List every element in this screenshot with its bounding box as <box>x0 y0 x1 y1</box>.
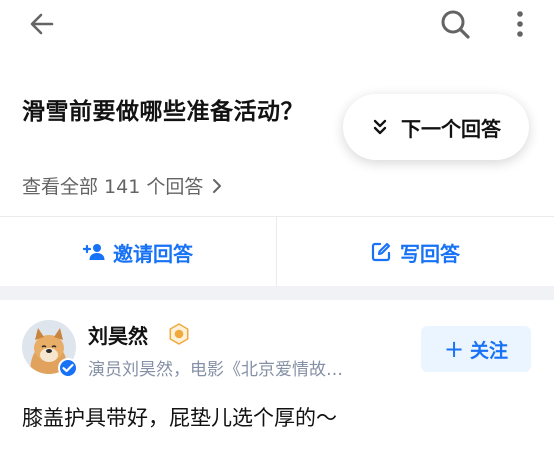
double-chevron-down-icon <box>373 119 387 135</box>
add-person-icon <box>83 244 105 260</box>
back-arrow-icon[interactable] <box>26 8 58 40</box>
question-actions: 邀请回答 写回答 <box>0 216 554 287</box>
author-name[interactable]: 刘昊然 <box>88 320 148 349</box>
verified-check-icon <box>58 358 78 378</box>
creator-level-badge-icon <box>169 323 189 345</box>
follow-label: 关注 <box>470 339 509 362</box>
invite-answer-label: 邀请回答 <box>113 241 193 266</box>
plus-icon: + <box>443 335 465 363</box>
author-bio: 演员刘昊然，电影《北京爱情故… <box>88 360 343 380</box>
view-all-label: 查看全部 141 个回答 <box>22 176 204 198</box>
next-answer-label: 下一个回答 <box>401 116 501 141</box>
chevron-right-icon <box>213 178 222 193</box>
write-answer-button[interactable]: 写回答 <box>277 217 553 287</box>
more-vertical-icon[interactable] <box>508 8 532 40</box>
edit-icon <box>371 242 391 262</box>
top-bar <box>0 0 554 48</box>
search-icon[interactable] <box>438 7 472 41</box>
invite-answer-button[interactable]: 邀请回答 <box>0 217 276 287</box>
answer-excerpt[interactable]: 膝盖护具带好，屁垫儿选个厚的～ <box>22 402 337 432</box>
write-answer-label: 写回答 <box>400 241 460 266</box>
view-all-answers-link[interactable]: 查看全部 141 个回答 <box>22 172 223 199</box>
question-title[interactable]: 滑雪前要做哪些准备活动？ <box>22 92 304 126</box>
follow-button[interactable]: + 关注 <box>421 326 531 372</box>
section-separator <box>0 286 554 300</box>
next-answer-button[interactable]: 下一个回答 <box>343 94 529 160</box>
